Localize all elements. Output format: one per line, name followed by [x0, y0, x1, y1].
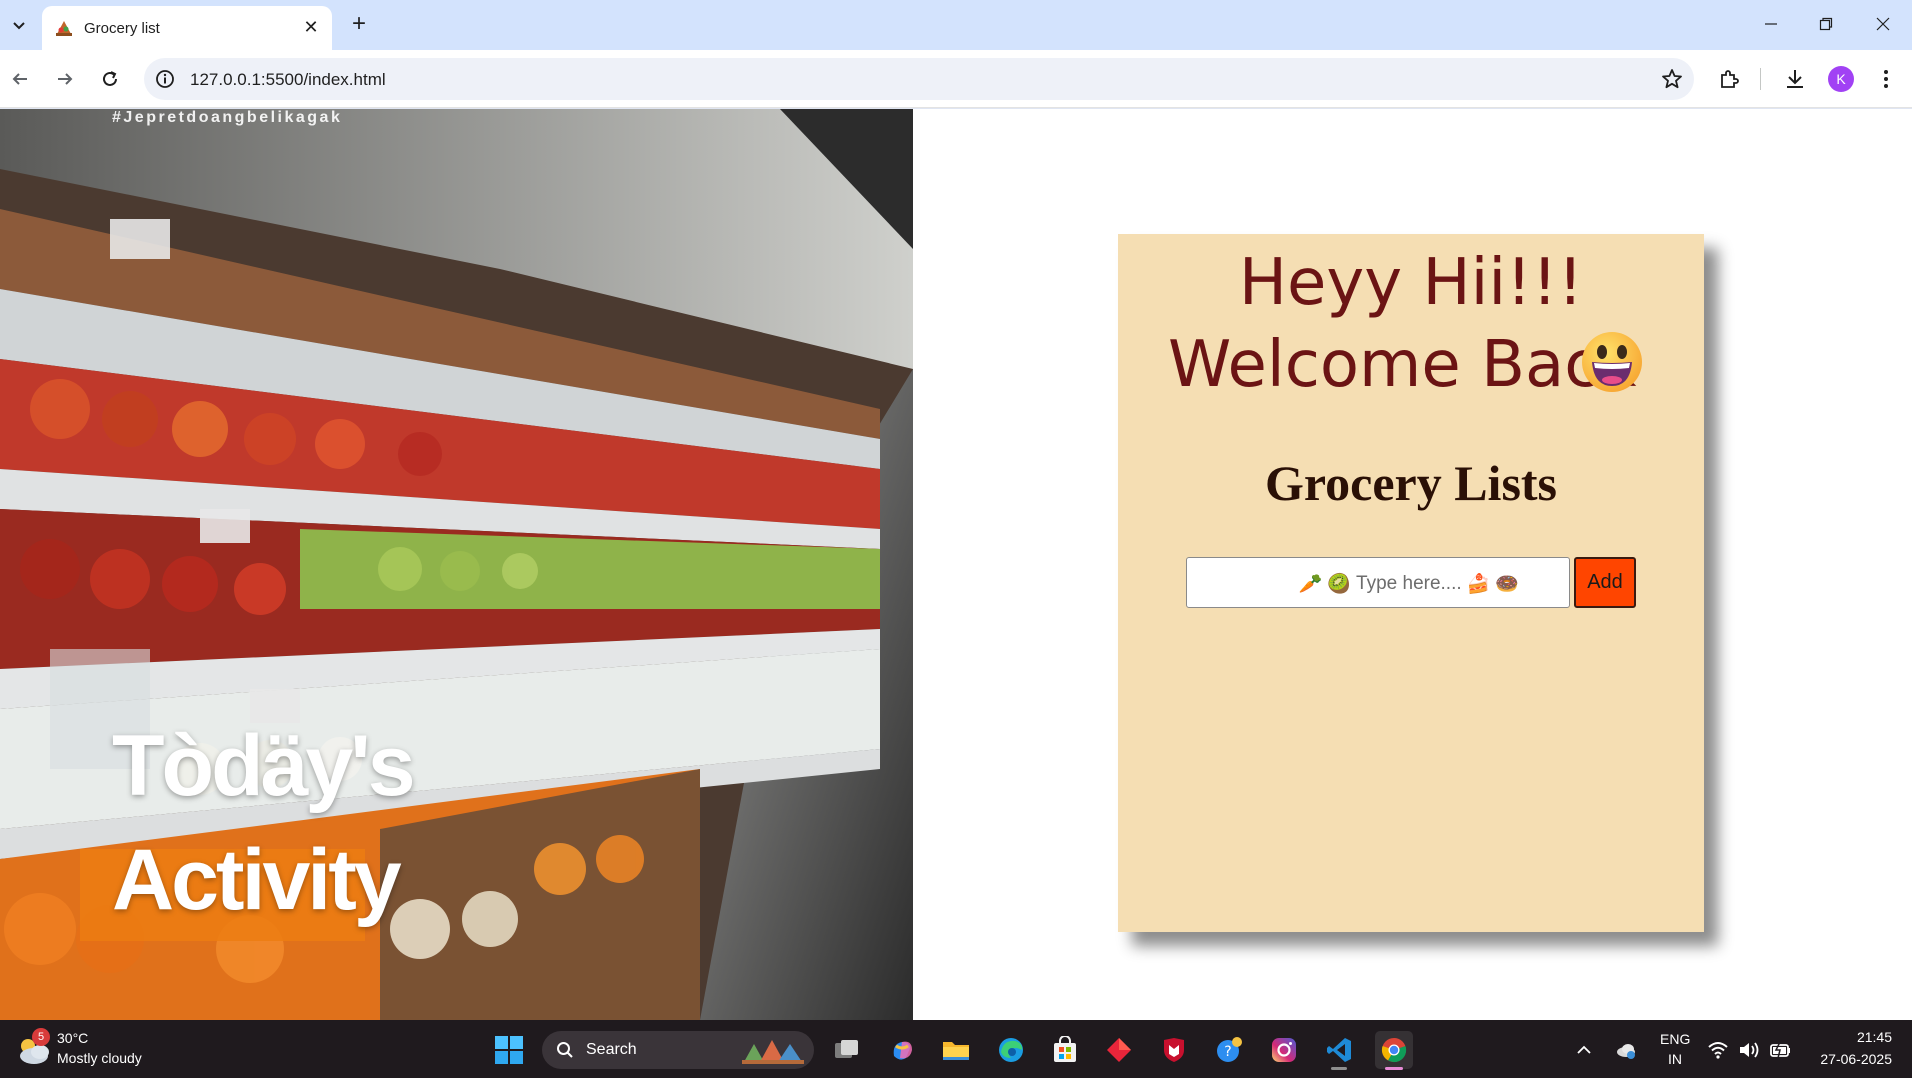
restore-icon[interactable]	[1803, 8, 1849, 40]
chrome-active-indicator	[1385, 1067, 1403, 1070]
tab-strip: Grocery list ✕ +	[0, 0, 1912, 50]
mcafee-shield-icon[interactable]	[1155, 1031, 1193, 1069]
volume-icon[interactable]	[1737, 1038, 1761, 1062]
close-window-icon[interactable]	[1860, 8, 1906, 40]
active-tab[interactable]: Grocery list ✕	[42, 6, 332, 50]
instagram-icon[interactable]	[1265, 1031, 1303, 1069]
toolbar-divider	[1760, 68, 1761, 90]
profile-avatar[interactable]: K	[1828, 66, 1854, 92]
file-explorer-icon[interactable]	[937, 1031, 975, 1069]
task-view-icon[interactable]	[828, 1031, 866, 1069]
cake-emoji-icon: 🍰	[1466, 574, 1491, 595]
show-hidden-icons-chevron-icon[interactable]	[1574, 1040, 1594, 1060]
grinning-face-emoji-icon	[1582, 332, 1642, 392]
placeholder-text: Type here....	[1356, 573, 1462, 594]
weather-alert-badge: 5	[32, 1028, 50, 1046]
page-viewport: #Jepretdoangbelikagak Tòdäy's Activity H…	[0, 109, 1912, 1020]
svg-text:?: ?	[1224, 1044, 1231, 1060]
red-diamond-app-icon[interactable]	[1100, 1031, 1138, 1069]
supermarket-hero-image: #Jepretdoangbelikagak Tòdäy's Activity	[0, 109, 913, 1020]
browser-toolbar: 127.0.0.1:5500/index.html	[0, 50, 1912, 108]
forward-arrow-icon[interactable]	[50, 64, 80, 94]
bookmark-star-icon[interactable]	[1660, 67, 1684, 91]
grocery-cart-favicon-icon	[56, 21, 72, 36]
donut-emoji-icon: 🍩	[1495, 574, 1519, 595]
microsoft-store-icon[interactable]	[1046, 1031, 1084, 1069]
weather-temperature[interactable]: 30°C	[57, 1030, 88, 1046]
vscode-icon[interactable]	[1320, 1031, 1358, 1070]
grocery-item-input[interactable]: 🥕 🥝 Type here.... 🍰 🍩	[1186, 557, 1570, 608]
grocery-card: Heyy Hii!!! Welcome Back Grocery Lists 🥕…	[1118, 234, 1704, 932]
greeting-line1: Heyy Hii!!!	[1238, 246, 1584, 320]
hero-title-line2: Activity	[112, 832, 402, 928]
chrome-icon[interactable]	[1375, 1031, 1413, 1070]
hero-title-line1: Tòdäy's	[112, 718, 416, 814]
copilot-icon[interactable]	[883, 1031, 921, 1069]
kiwi-emoji-icon: 🥝	[1327, 574, 1352, 595]
url-text[interactable]: 127.0.0.1:5500/index.html	[190, 70, 386, 90]
menu-kebab-icon[interactable]	[1873, 66, 1899, 92]
edge-browser-icon[interactable]	[992, 1031, 1030, 1069]
tab-close-icon[interactable]: ✕	[300, 16, 322, 38]
taskbar-search-box[interactable]: Search	[542, 1031, 814, 1069]
search-highlight-art-icon	[742, 1040, 804, 1064]
back-arrow-icon[interactable]	[5, 64, 35, 94]
windows-start-icon[interactable]	[494, 1035, 524, 1065]
wifi-icon[interactable]	[1706, 1038, 1730, 1062]
new-tab-plus-icon[interactable]: +	[345, 10, 373, 38]
add-item-button[interactable]: Add	[1574, 557, 1636, 608]
address-bar[interactable]: 127.0.0.1:5500/index.html	[144, 58, 1694, 100]
battery-charging-icon[interactable]	[1768, 1038, 1792, 1062]
tab-search-chevron-icon[interactable]	[6, 12, 32, 38]
search-label: Search	[586, 1041, 637, 1058]
tab-title: Grocery list	[84, 20, 160, 37]
photo-watermark: #Jepretdoangbelikagak	[112, 109, 343, 126]
vscode-running-indicator	[1331, 1067, 1347, 1070]
onedrive-sync-icon[interactable]	[1614, 1038, 1638, 1062]
input-placeholder: 🥕 🥝 Type here.... 🍰 🍩	[1299, 572, 1519, 596]
input-region[interactable]: IN	[1668, 1051, 1682, 1067]
windows-taskbar: 5 30°C Mostly cloudy Search ? ENG IN 21:…	[0, 1020, 1912, 1078]
input-language[interactable]: ENG	[1660, 1031, 1690, 1047]
grocery-list-heading: Grocery Lists	[1264, 455, 1558, 511]
weather-condition[interactable]: Mostly cloudy	[57, 1050, 142, 1066]
reload-icon[interactable]	[95, 64, 125, 94]
clock-time[interactable]: 21:45	[1857, 1029, 1892, 1045]
search-icon	[557, 1042, 573, 1058]
clock-date[interactable]: 27-06-2025	[1820, 1051, 1892, 1067]
extensions-puzzle-icon[interactable]	[1716, 66, 1742, 92]
get-help-icon[interactable]: ?	[1210, 1031, 1248, 1069]
carrot-emoji-icon: 🥕	[1298, 574, 1323, 595]
downloads-icon[interactable]	[1782, 66, 1808, 92]
greeting-line2: Welcome Back	[1168, 328, 1637, 402]
site-info-icon[interactable]	[154, 68, 176, 90]
minimize-icon[interactable]	[1748, 8, 1794, 40]
